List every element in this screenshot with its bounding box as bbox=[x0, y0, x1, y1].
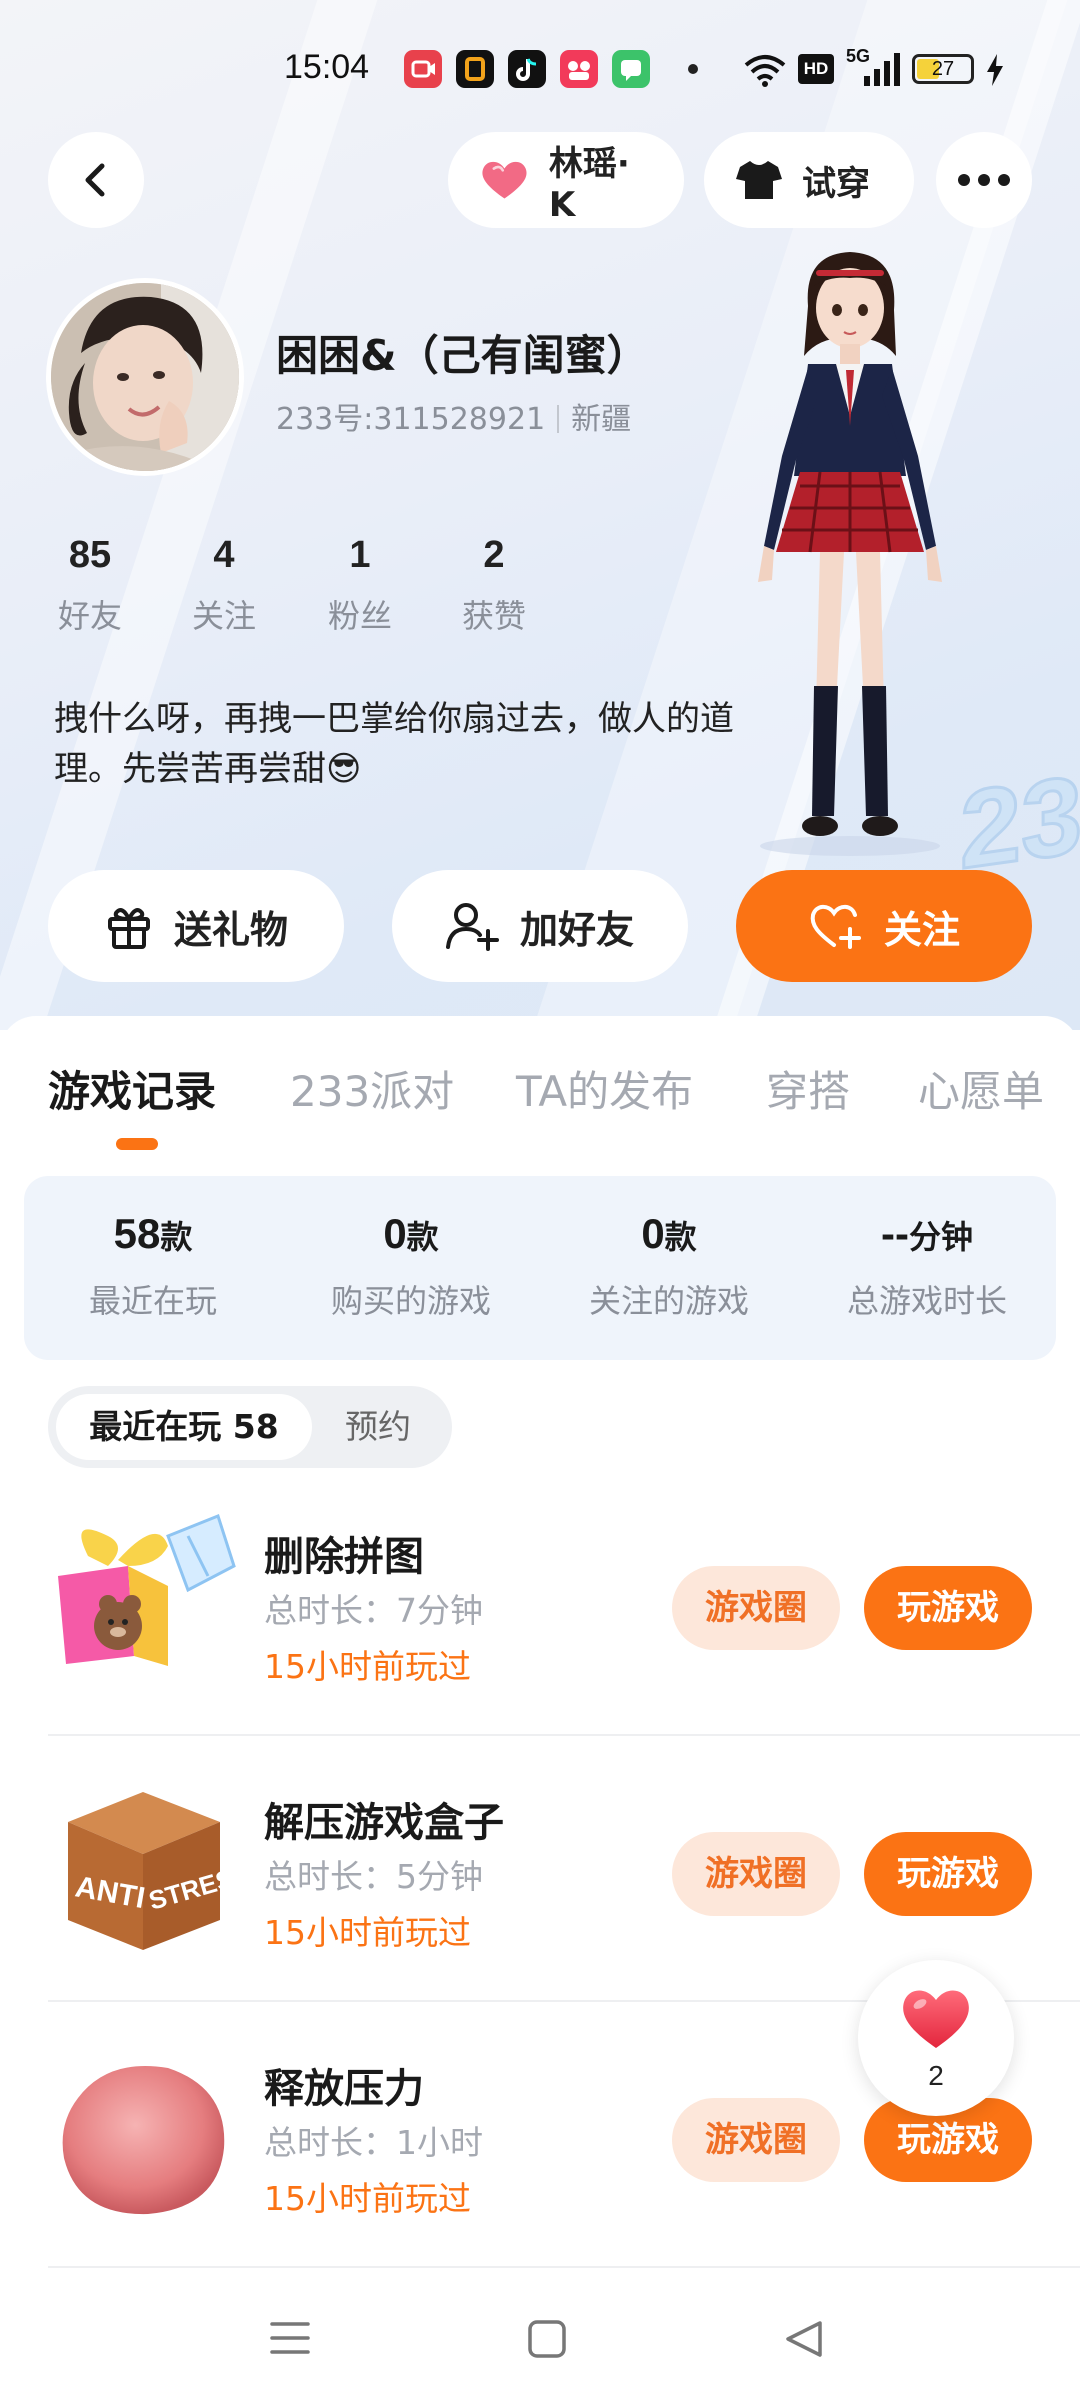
hd-badge: HD bbox=[798, 54, 834, 84]
stat-value: 85 bbox=[68, 534, 112, 576]
system-nav-bar bbox=[0, 2276, 1080, 2400]
more-button[interactable] bbox=[936, 132, 1032, 228]
tab-outfits[interactable]: 穿搭 bbox=[766, 1058, 850, 1119]
stat-label: 好友 bbox=[57, 597, 122, 635]
game-duration: 总时长：1小时 bbox=[264, 2123, 483, 2162]
stat-value: 2 bbox=[483, 534, 505, 576]
flower-app-icon bbox=[560, 50, 598, 88]
summary-label: 购买的游戏 bbox=[330, 1282, 491, 1320]
stat-value: 1 bbox=[349, 534, 371, 576]
stat-label: 获赞 bbox=[461, 597, 526, 635]
summary-value: --分钟 bbox=[881, 1210, 973, 1257]
game-icon-puzzle bbox=[48, 1506, 238, 1696]
try-on-button[interactable]: 试穿 bbox=[704, 132, 914, 228]
charging-icon bbox=[987, 54, 1003, 86]
game-last-played: 15小时前玩过 bbox=[264, 1647, 471, 1686]
chevron-left-icon bbox=[85, 163, 105, 197]
stat-value: 4 bbox=[213, 534, 235, 576]
profile-name: 困困&（己有闺蜜） bbox=[276, 331, 649, 380]
game-last-played: 15小时前玩过 bbox=[264, 1913, 471, 1952]
add-user-icon bbox=[445, 903, 499, 951]
signal-icon bbox=[864, 53, 900, 86]
game-duration: 总时长：7分钟 bbox=[264, 1591, 483, 1630]
more-dots-icon bbox=[958, 174, 1010, 186]
game-circle-button[interactable]: 游戏圈 bbox=[672, 1832, 840, 1916]
heart-plus-icon bbox=[810, 904, 861, 949]
like-count: 2 bbox=[928, 2060, 944, 2091]
avatar[interactable] bbox=[46, 278, 244, 476]
profile-uid: 233号:311528921 bbox=[276, 402, 546, 437]
game-title: 释放压力 bbox=[264, 2066, 424, 2112]
game-icon-stress-ball bbox=[48, 2038, 238, 2228]
tab-posts[interactable]: TA的发布 bbox=[516, 1058, 693, 1119]
subtab-group: 最近在玩 58 预约 bbox=[48, 1386, 452, 1468]
try-on-label: 试穿 bbox=[802, 163, 870, 204]
tab-233-party[interactable]: 233派对 bbox=[290, 1058, 454, 1119]
notification-dot bbox=[688, 64, 698, 74]
stat-friends[interactable]: 85 好友 bbox=[30, 534, 150, 637]
tab-active-indicator bbox=[116, 1138, 158, 1150]
add-friend-button[interactable]: 加好友 bbox=[392, 870, 688, 982]
orange-square-icon bbox=[456, 50, 494, 88]
send-gift-button[interactable]: 送礼物 bbox=[48, 870, 344, 982]
play-game-button[interactable]: 玩游戏 bbox=[864, 1832, 1032, 1916]
summary-purchased[interactable]: 0款 购买的游戏 bbox=[282, 1210, 540, 1322]
profile-uid-line: 233号:311528921 新疆 bbox=[276, 394, 631, 438]
follow-button[interactable]: 关注 bbox=[736, 870, 1032, 982]
stat-label: 关注 bbox=[191, 597, 256, 635]
tab-wishlist[interactable]: 心愿单 bbox=[918, 1058, 1044, 1119]
game-circle-button[interactable]: 游戏圈 bbox=[672, 2098, 840, 2182]
status-time: 15:04 bbox=[284, 48, 370, 86]
summary-label: 最近在玩 bbox=[88, 1282, 217, 1320]
profile-bio: 拽什么呀，再拽一巴掌给你扇过去，做人的道理。先尝苦再尝甜😎 bbox=[54, 699, 734, 789]
floating-like-button[interactable]: 2 bbox=[858, 1960, 1014, 2116]
home-icon[interactable] bbox=[528, 2320, 566, 2358]
subtab-reserve[interactable]: 预约 bbox=[318, 1394, 438, 1460]
status-bar: 15:04 HD 5G 27 bbox=[0, 40, 1080, 100]
summary-followed[interactable]: 0款 关注的游戏 bbox=[540, 1210, 798, 1322]
game-title: 解压游戏盒子 bbox=[264, 1800, 504, 1846]
battery-indicator: 27 bbox=[912, 54, 974, 84]
stat-likes[interactable]: 2 获赞 bbox=[434, 534, 554, 637]
avatar-character-figure[interactable] bbox=[720, 246, 980, 866]
follow-label: 关注 bbox=[883, 907, 960, 952]
divider bbox=[48, 2266, 1080, 2268]
list-item[interactable]: 删除拼图 总时长：7分钟 15小时前玩过 游戏圈 玩游戏 bbox=[0, 1470, 1080, 1736]
tiktok-icon bbox=[508, 50, 546, 88]
menu-icon[interactable] bbox=[270, 2320, 310, 2356]
back-triangle-icon[interactable] bbox=[784, 2320, 824, 2358]
heart-icon bbox=[903, 1990, 969, 2048]
stat-label: 粉丝 bbox=[327, 597, 392, 635]
back-button[interactable] bbox=[48, 132, 144, 228]
chat-app-icon bbox=[612, 50, 650, 88]
summary-recent[interactable]: 58款 最近在玩 bbox=[24, 1210, 282, 1322]
summary-value: 0款 bbox=[641, 1210, 697, 1257]
game-circle-button[interactable]: 游戏圈 bbox=[672, 1566, 840, 1650]
video-icon bbox=[404, 50, 442, 88]
wifi-icon bbox=[744, 55, 786, 87]
send-gift-label: 送礼物 bbox=[173, 907, 288, 952]
tshirt-icon bbox=[736, 161, 782, 199]
partner-name: 林瑶· K bbox=[548, 143, 630, 225]
add-friend-label: 加好友 bbox=[519, 907, 634, 952]
stat-following[interactable]: 4 关注 bbox=[164, 534, 284, 637]
game-last-played: 15小时前玩过 bbox=[264, 2179, 471, 2218]
gift-icon bbox=[107, 908, 150, 949]
profile-region: 新疆 bbox=[571, 402, 632, 437]
tab-game-records[interactable]: 游戏记录 bbox=[48, 1058, 216, 1119]
stat-fans[interactable]: 1 粉丝 bbox=[300, 534, 420, 637]
subtab-recent[interactable]: 最近在玩 58 bbox=[56, 1394, 312, 1460]
game-icon-antistress-cube: ANTI STRESS bbox=[48, 1772, 238, 1962]
summary-total-time: --分钟 总游戏时长 bbox=[798, 1210, 1056, 1322]
summary-label: 关注的游戏 bbox=[588, 1282, 749, 1320]
partner-button[interactable]: 林瑶· K bbox=[448, 132, 684, 228]
play-game-button[interactable]: 玩游戏 bbox=[864, 1566, 1032, 1650]
summary-label: 总游戏时长 bbox=[846, 1282, 1007, 1320]
summary-value: 58款 bbox=[113, 1210, 193, 1257]
heart-icon bbox=[482, 161, 527, 199]
summary-value: 0款 bbox=[383, 1210, 439, 1257]
game-title: 删除拼图 bbox=[264, 1534, 424, 1580]
game-duration: 总时长：5分钟 bbox=[264, 1857, 483, 1896]
